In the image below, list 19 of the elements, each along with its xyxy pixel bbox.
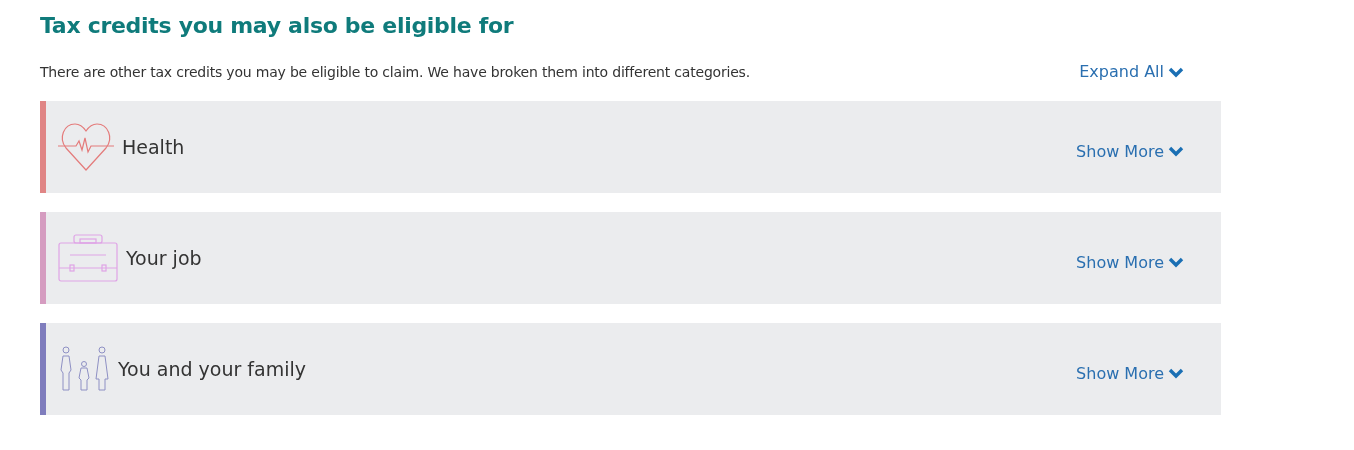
show-more-link[interactable]: Show More [1076,252,1184,272]
heart-icon [58,122,114,172]
show-more-link[interactable]: Show More [1076,363,1184,383]
category-title: Your job [126,247,203,269]
briefcase-icon [58,234,118,282]
show-more-link[interactable]: Show More [1076,141,1184,161]
chevron-down-icon [1168,65,1184,78]
chevron-down-icon [1168,145,1184,157]
family-icon [58,346,110,392]
section-heading: Tax credits you may also be eligible for [40,12,515,40]
description-text: There are other tax credits you may be eligible to claim. We have broken them into different categories. [40,63,750,80]
chevron-down-icon [1168,367,1184,379]
category-title: You and your family [118,358,307,380]
category-panel[interactable]: You and your family Show More [40,323,1221,415]
chevron-down-icon [1168,256,1184,268]
category-panel[interactable]: Health Show More [40,101,1221,193]
expand-all-link[interactable]: Expand All [1079,62,1184,81]
category-title: Health [122,136,186,158]
category-panel[interactable]: Your job Show More [40,212,1221,304]
